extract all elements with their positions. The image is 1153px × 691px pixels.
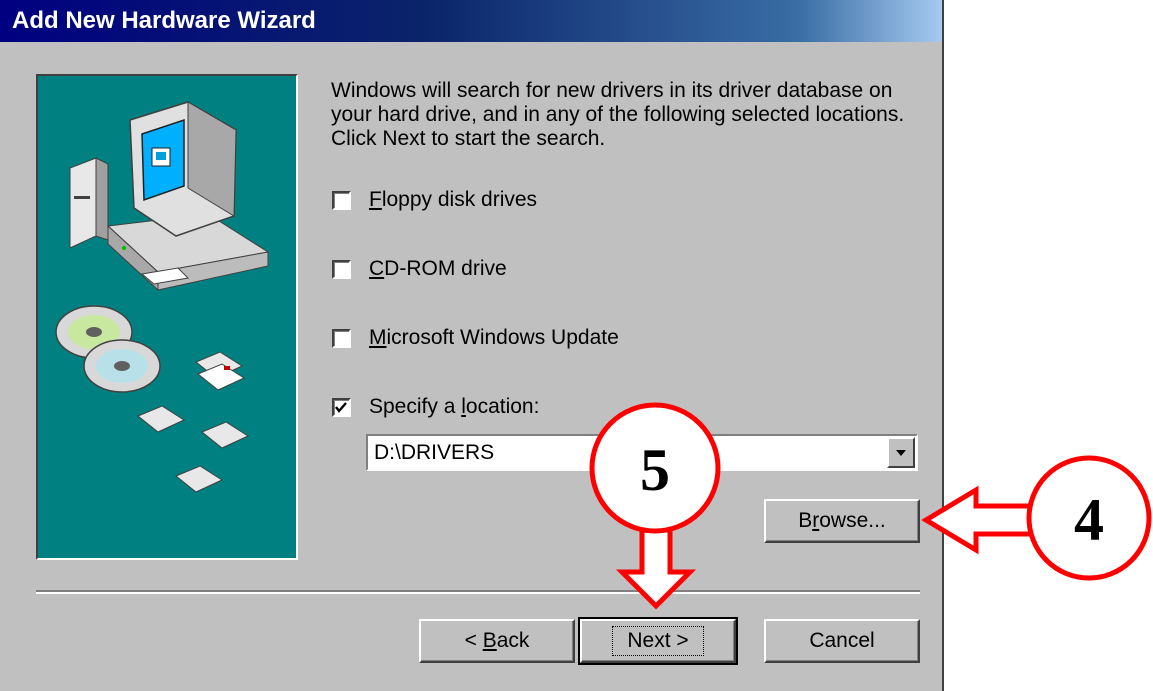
windows-update-checkbox[interactable]: Microsoft Windows Update (332, 325, 619, 351)
checkbox-box[interactable] (332, 259, 351, 279)
separator (36, 590, 920, 594)
location-combobox[interactable]: D:\DRIVERS (366, 434, 918, 471)
window-title: Add New Hardware Wizard (12, 7, 316, 34)
next-label: Next > (612, 626, 704, 656)
back-button[interactable]: < Back (419, 619, 575, 663)
checkbox-box[interactable] (332, 397, 351, 417)
dropdown-arrow-icon (896, 450, 906, 456)
step-4-circle (1026, 455, 1152, 581)
windows-update-label: Microsoft Windows Update (369, 326, 619, 349)
wizard-window: Add New Hardware Wizard Windows will sea… (0, 0, 944, 691)
floppy-disk-drives-label: Floppy disk drives (369, 188, 538, 211)
floppy-disk-drives-checkbox[interactable]: Floppy disk drives (332, 187, 537, 213)
title-bar: Add New Hardware Wizard (0, 0, 942, 42)
specify-location-label: Specify a location: (369, 395, 540, 418)
cancel-label: Cancel (809, 629, 875, 652)
checkbox-box[interactable] (332, 190, 351, 210)
cd-icon (55, 305, 161, 393)
location-value[interactable]: D:\DRIVERS (374, 441, 494, 465)
computer-icon (69, 101, 270, 292)
next-button[interactable]: Next > (578, 617, 738, 665)
step-4-number: 4 (1074, 487, 1104, 553)
step-4-annotation: 4 (921, 455, 1152, 581)
wizard-illustration (36, 74, 298, 560)
specify-location-checkbox[interactable]: Specify a location: (332, 394, 539, 420)
checkmark-icon (335, 401, 347, 413)
location-dropdown-button[interactable] (887, 437, 915, 468)
back-label: < Back (464, 629, 530, 652)
checkbox-box[interactable] (332, 328, 351, 348)
browse-label: Browse... (798, 509, 886, 532)
cd-rom-drive-checkbox[interactable]: CD-ROM drive (332, 256, 507, 282)
cancel-button[interactable]: Cancel (764, 619, 920, 663)
cd-rom-drive-label: CD-ROM drive (369, 257, 507, 280)
browse-button[interactable]: Browse... (764, 499, 920, 543)
instructions-text: Windows will search for new drivers in i… (331, 79, 905, 150)
